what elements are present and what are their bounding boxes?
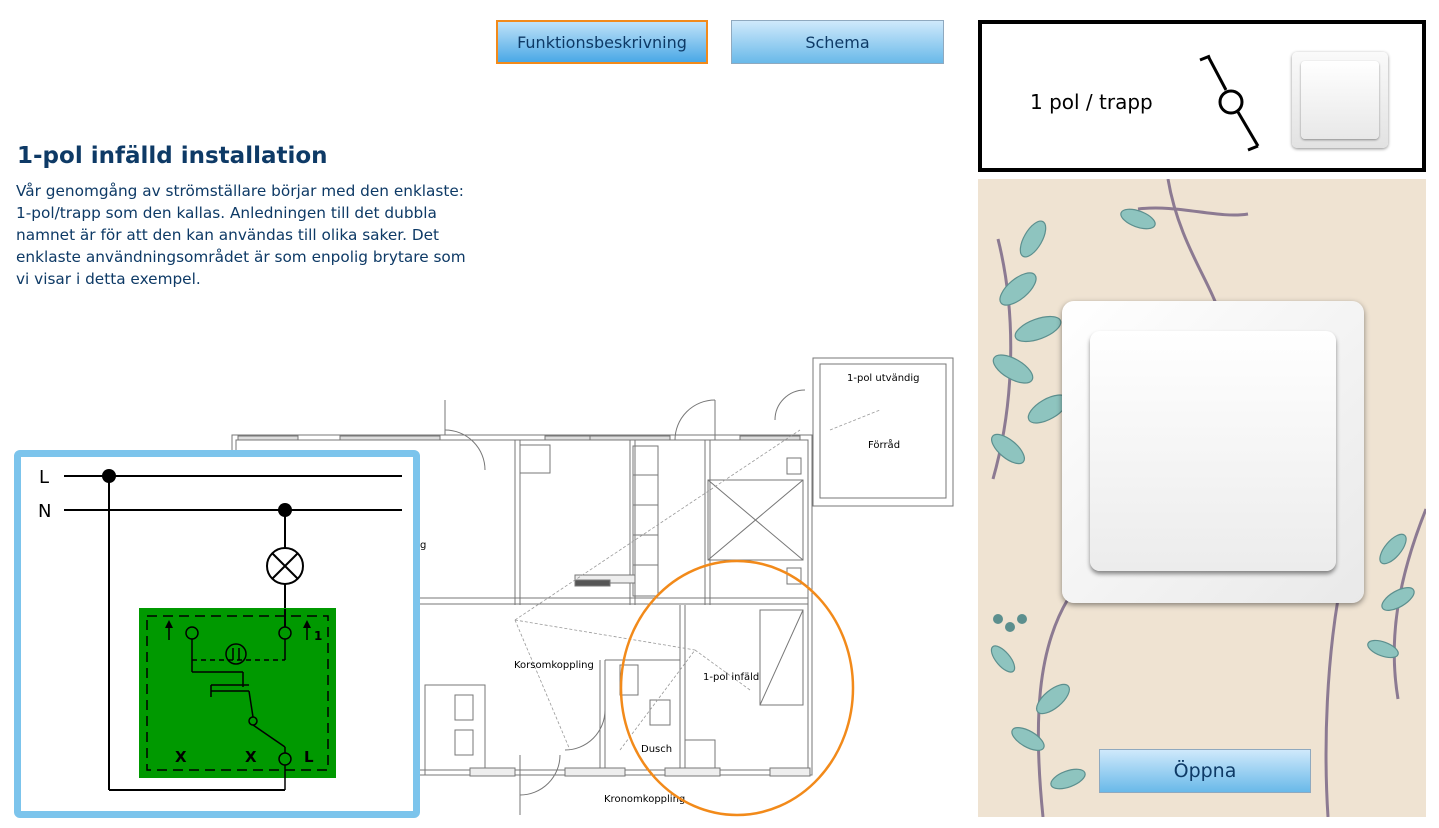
description-text: Vår genomgång av strömställare börjar me… — [16, 182, 466, 288]
plan-label-cross: Korsomkoppling — [514, 660, 594, 671]
tab-schema[interactable]: Schema — [731, 20, 944, 64]
junction-dot-n — [278, 503, 292, 517]
wall-switch-rocker[interactable] — [1090, 331, 1336, 571]
wall-switch[interactable] — [1062, 301, 1364, 603]
plan-label-partial: g — [420, 540, 426, 551]
plan-label-recessed: 1-pol infäld — [703, 672, 759, 683]
legend-label: 1 pol / trapp — [1030, 90, 1153, 114]
page-title: 1-pol infälld installation — [17, 143, 328, 169]
tab-funktionsbeskrivning[interactable]: Funktionsbeskrivning — [496, 20, 708, 64]
wiring-diagram-panel: L N 1 X X L — [14, 450, 420, 818]
legend-box: 1 pol / trapp — [978, 20, 1426, 172]
switch-preview-area — [978, 179, 1426, 817]
switch-thumbnail — [1292, 52, 1388, 148]
highlight-circle — [619, 559, 855, 817]
terminal-l: L — [304, 748, 314, 766]
plan-label-storage: Förråd — [868, 438, 900, 451]
open-button[interactable]: Öppna — [1099, 749, 1311, 793]
wiring-diagram: L N 1 X X L — [38, 467, 402, 791]
plan-label-shower: Dusch — [641, 744, 672, 755]
line-label-n: N — [38, 501, 51, 522]
terminal-x2: X — [245, 748, 257, 766]
plan-label-outdoor: 1-pol utvändig — [847, 373, 920, 384]
tab-schema-label: Schema — [805, 32, 870, 52]
plan-label-chandelier: Kronomkoppling — [604, 794, 685, 805]
open-button-label: Öppna — [1173, 760, 1237, 782]
junction-dot-l — [102, 469, 116, 483]
terminal-x1: X — [175, 748, 187, 766]
lamp-icon — [266, 547, 304, 585]
switch-symbol-icon — [1199, 54, 1260, 152]
line-label-l: L — [39, 467, 49, 488]
switch-device: 1 X X L — [139, 608, 336, 790]
tab-funktionsbeskrivning-label: Funktionsbeskrivning — [517, 32, 687, 52]
switch-mark-one: 1 — [314, 629, 322, 643]
